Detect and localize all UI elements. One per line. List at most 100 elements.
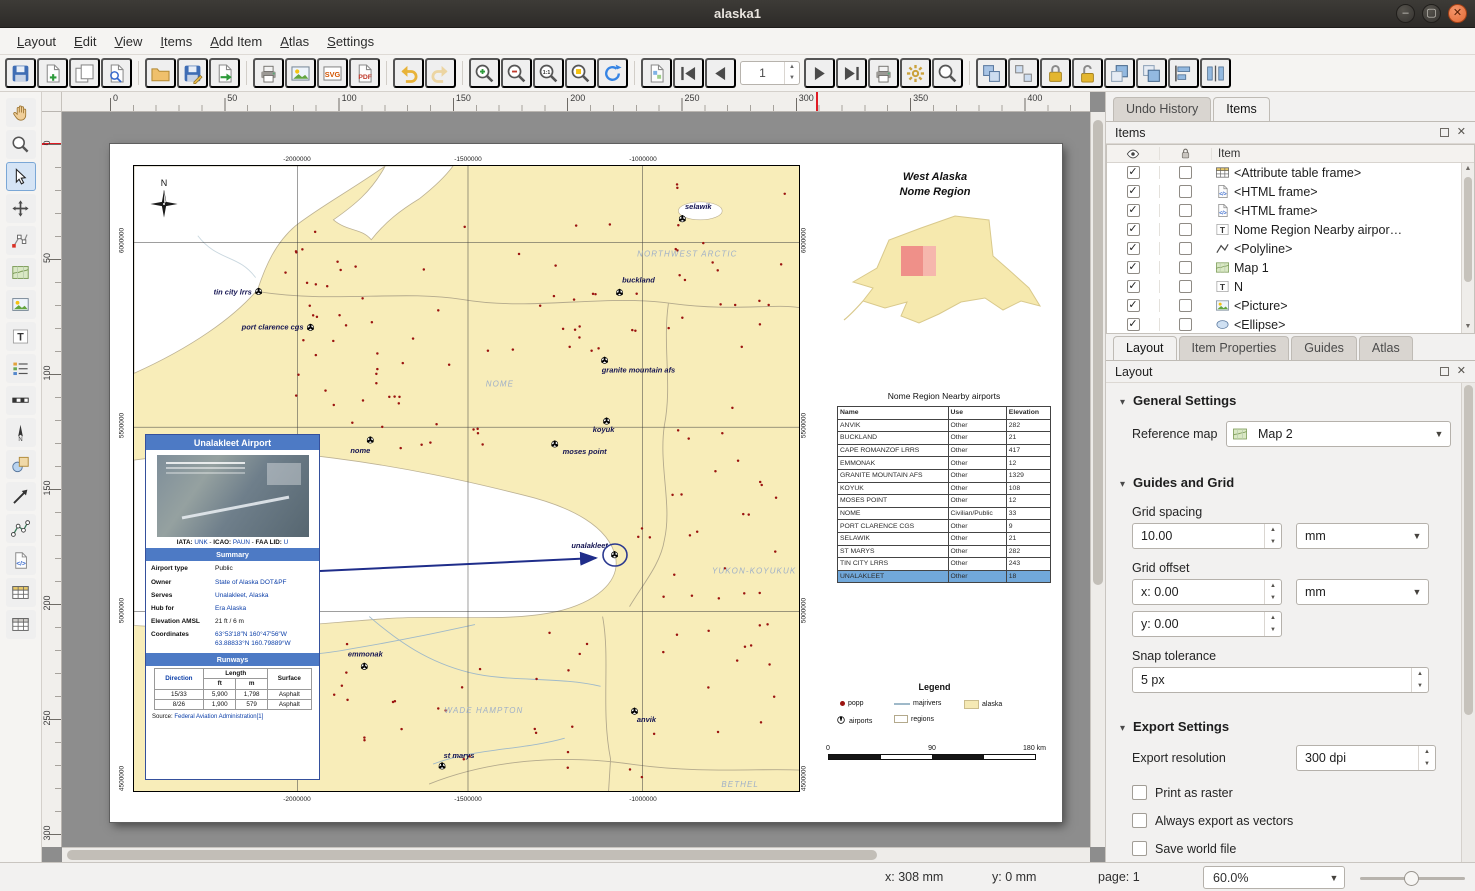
select-move-item-tool[interactable]: [6, 162, 36, 191]
spinner-buttons[interactable]: ▲▼: [1264, 612, 1281, 636]
dock-close-icon2[interactable]: ✕: [1457, 367, 1466, 376]
map-title-label[interactable]: West Alaska Nome Region: [852, 170, 1018, 200]
airport-table-title[interactable]: Nome Region Nearby airports: [825, 391, 1063, 401]
spin-down-icon[interactable]: ▼: [1412, 680, 1428, 692]
tab-guides[interactable]: Guides: [1291, 336, 1357, 360]
spin-down-icon[interactable]: ▼: [1265, 592, 1281, 604]
item-row--picture-[interactable]: ✓<Picture>: [1107, 296, 1474, 315]
tab-atlas[interactable]: Atlas: [1359, 336, 1413, 360]
add-label-tool[interactable]: T: [6, 322, 36, 351]
item-row--html-frame-[interactable]: ✓</><HTML frame>: [1107, 201, 1474, 220]
spin-down-icon[interactable]: ▼: [1265, 536, 1281, 548]
grid-spacing-unit-combo[interactable]: mm ▼: [1296, 523, 1429, 549]
add-north-arrow-tool[interactable]: N: [6, 418, 36, 447]
spinner-buttons[interactable]: ▲▼: [1264, 524, 1281, 548]
add-html-frame-tool[interactable]: </>: [6, 546, 36, 575]
item-row--polyline-[interactable]: ✓<Polyline>: [1107, 239, 1474, 258]
menu-atlas[interactable]: Atlas: [271, 30, 318, 53]
lock-checkbox[interactable]: [1179, 318, 1192, 331]
dock-close-icon[interactable]: ✕: [1457, 128, 1466, 137]
lock-checkbox[interactable]: [1179, 261, 1192, 274]
export-as-pdf-button[interactable]: PDF: [349, 58, 380, 88]
lock-checkbox[interactable]: [1179, 204, 1192, 217]
dock-float-icon2[interactable]: [1440, 367, 1449, 376]
lock-checkbox[interactable]: [1179, 223, 1192, 236]
visibility-checkbox[interactable]: ✓: [1127, 185, 1140, 198]
scroll-up-icon[interactable]: ▲: [1462, 163, 1474, 175]
checkbox-always-export-as-vectors[interactable]: Always export as vectors: [1132, 813, 1293, 828]
add-shape-tool[interactable]: [6, 450, 36, 479]
item-row--attribute-table-frame-[interactable]: ✓<Attribute table frame>: [1107, 163, 1474, 182]
duplicate-layout-button[interactable]: [69, 58, 100, 88]
save-project-button[interactable]: [5, 58, 36, 88]
scroll-down-icon[interactable]: ▼: [1462, 321, 1474, 333]
snap-tolerance-spinbox[interactable]: 5 px ▲▼: [1132, 667, 1429, 693]
print-layout-button[interactable]: [253, 58, 284, 88]
checkbox-box[interactable]: [1132, 813, 1147, 828]
add-picture-tool[interactable]: [6, 290, 36, 319]
raise-items-button[interactable]: [1104, 58, 1135, 88]
atlas-settings-button[interactable]: [900, 58, 931, 88]
print-atlas-button[interactable]: [868, 58, 899, 88]
spin-up-icon[interactable]: ▲: [1265, 524, 1281, 536]
spin-up-icon[interactable]: ▲: [1419, 746, 1435, 758]
legend-item[interactable]: Legend poppairportsmajriversregionsalask…: [832, 682, 1037, 732]
visibility-checkbox[interactable]: ✓: [1127, 318, 1140, 331]
spin-down-icon[interactable]: ▼: [785, 73, 799, 84]
tab-layout[interactable]: Layout: [1113, 336, 1177, 360]
checkbox-box[interactable]: [1132, 785, 1147, 800]
lower-items-button[interactable]: [1136, 58, 1167, 88]
canvas-vertical-scrollbar[interactable]: [1090, 112, 1105, 847]
zoom-out-button[interactable]: [501, 58, 532, 88]
first-feature-button[interactable]: [673, 58, 704, 88]
close-button[interactable]: ✕: [1448, 4, 1467, 23]
zoom-full-button[interactable]: [565, 58, 596, 88]
checkbox-save-world-file[interactable]: Save world file: [1132, 841, 1236, 856]
layout-panel-scrollbar[interactable]: [1461, 383, 1475, 862]
layout-page[interactable]: selawikbucklandtin city lrrsport clarenc…: [110, 144, 1062, 822]
pan-layout-tool[interactable]: [6, 98, 36, 127]
menu-layout[interactable]: Layout: [8, 30, 65, 53]
html-frame-airport-infobox[interactable]: Unalakleet Airport IATA: UNK - ICAO: PAU…: [145, 434, 320, 780]
last-feature-button[interactable]: [836, 58, 867, 88]
grid-offset-x-spinbox[interactable]: x: 0.00 ▲▼: [1132, 579, 1282, 605]
grid-offset-y-spinbox[interactable]: y: 0.00 ▲▼: [1132, 611, 1282, 637]
lock-items-button[interactable]: [1040, 58, 1071, 88]
item-row--ellipse-[interactable]: ✓<Ellipse>: [1107, 315, 1474, 334]
tab-items[interactable]: Items: [1213, 97, 1270, 121]
save-as-template-button[interactable]: [177, 58, 208, 88]
preview-atlas-button[interactable]: [641, 58, 672, 88]
spinner-buttons[interactable]: ▲▼: [1418, 746, 1435, 770]
edit-nodes-item-tool[interactable]: [6, 226, 36, 255]
menu-edit[interactable]: Edit: [65, 30, 105, 53]
visibility-checkbox[interactable]: ✓: [1127, 223, 1140, 236]
scalebar-item[interactable]: 0 90 180 km: [828, 745, 1036, 760]
zoom-in-button[interactable]: [469, 58, 500, 88]
attribute-table-frame[interactable]: NameUseElevationANVIKOther282BUCKLANDOth…: [837, 406, 1051, 583]
zoom-slider-handle[interactable]: [1404, 871, 1419, 886]
lock-checkbox[interactable]: [1179, 185, 1192, 198]
visibility-checkbox[interactable]: ✓: [1127, 242, 1140, 255]
ungroup-items-button[interactable]: [1008, 58, 1039, 88]
grid-offset-unit-combo[interactable]: mm ▼: [1296, 579, 1429, 605]
menu-view[interactable]: View: [105, 30, 151, 53]
export-as-image-button[interactable]: [285, 58, 316, 88]
item-row-map-1[interactable]: ✓Map 1: [1107, 258, 1474, 277]
zoom-level-combo[interactable]: 60.0% ▼: [1203, 866, 1345, 889]
undo-button[interactable]: [393, 58, 424, 88]
export-settings-header[interactable]: Export Settings: [1120, 719, 1229, 734]
tab-undo-history[interactable]: Undo History: [1113, 97, 1211, 121]
unlock-items-button[interactable]: [1072, 58, 1103, 88]
next-feature-button[interactable]: [804, 58, 835, 88]
zoom-slider[interactable]: [1360, 877, 1465, 880]
vscroll-thumb[interactable]: [1093, 120, 1103, 585]
export-atlas-button[interactable]: [932, 58, 963, 88]
visibility-checkbox[interactable]: ✓: [1127, 261, 1140, 274]
tab-item-properties[interactable]: Item Properties: [1179, 336, 1290, 360]
menu-add-item[interactable]: Add Item: [201, 30, 271, 53]
lock-checkbox[interactable]: [1179, 280, 1192, 293]
checkbox-box[interactable]: [1132, 841, 1147, 856]
previous-feature-button[interactable]: [705, 58, 736, 88]
grid-spacing-spinbox[interactable]: 10.00 ▲▼: [1132, 523, 1282, 549]
export-resolution-spinbox[interactable]: 300 dpi ▲▼: [1296, 745, 1436, 771]
